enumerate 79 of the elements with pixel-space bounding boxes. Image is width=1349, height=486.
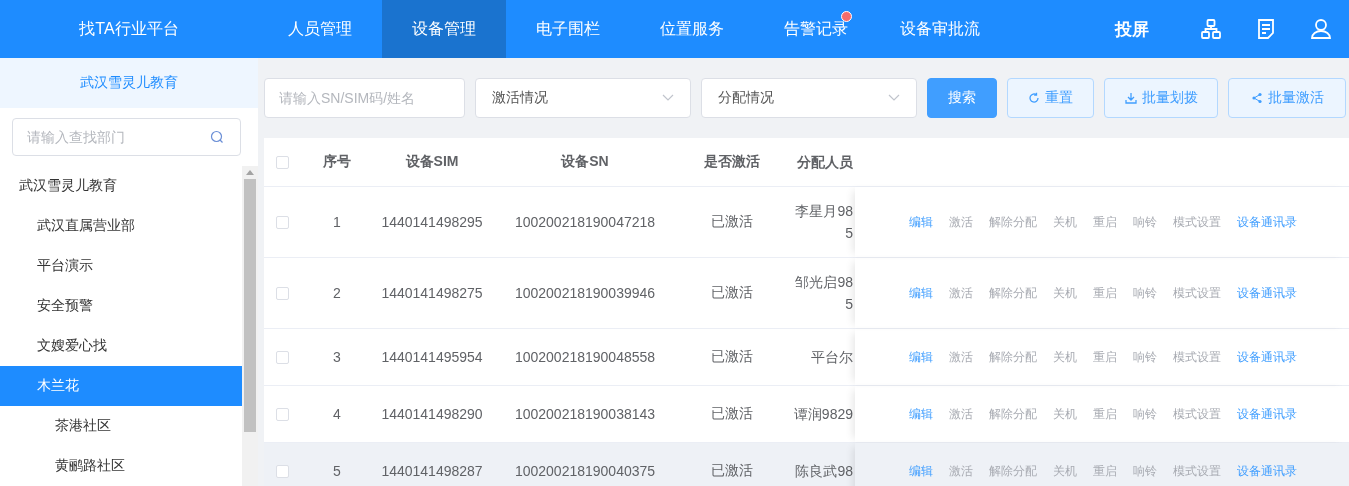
action-link[interactable]: 设备通讯录	[1237, 284, 1297, 302]
table-cell-text: 4	[332, 406, 342, 422]
table-cell-text: 1440141498287	[380, 463, 484, 479]
action-link[interactable]: 设备通讯录	[1237, 348, 1297, 366]
chevron-down-icon	[888, 94, 900, 102]
download-icon	[1124, 92, 1137, 104]
table-cell-text: 已激活	[710, 348, 754, 366]
tree-item[interactable]: 安全预警	[0, 286, 242, 326]
nav-tab[interactable]: 位置服务	[630, 0, 754, 58]
cast-button[interactable]: 投屏	[1109, 0, 1155, 58]
table-cell-text: 1440141495954	[380, 349, 484, 365]
activate-button[interactable]: 批量激活	[1228, 78, 1346, 118]
scroll-up-icon[interactable]	[246, 170, 254, 175]
search-field[interactable]: 请输入SN/SIM码/姓名	[264, 78, 465, 118]
table-cell-text: 1440141498295	[380, 214, 484, 230]
tree-item[interactable]: 武汉直属营业部	[0, 206, 242, 246]
chevron-down-icon	[662, 94, 674, 102]
table-cell-text: 2	[332, 285, 342, 301]
column-header: 分配人员	[796, 153, 854, 172]
table-cell-text: 已激活	[710, 213, 754, 231]
action-link[interactable]: 编辑	[909, 462, 933, 480]
table-cell-text: 100200218190040375	[513, 463, 657, 479]
action-link[interactable]: 编辑	[909, 405, 933, 423]
dropdown-field[interactable]: 激活情况	[475, 78, 691, 118]
nav-tab[interactable]: 设备审批流	[878, 0, 1002, 58]
table-cell-text: 5	[332, 463, 342, 479]
table-cell-text: 李星月98 5	[794, 202, 854, 243]
table-cell-text: 100200218190048558	[513, 349, 657, 365]
transfer-button[interactable]: 批量划拨	[1104, 78, 1218, 118]
table-cell-text: 已激活	[710, 405, 754, 423]
reset-button[interactable]: 重置	[1007, 78, 1094, 118]
table-cell-text: 1440141498290	[380, 406, 484, 422]
column-header: 是否激活	[703, 153, 761, 171]
row-checkbox[interactable]	[276, 407, 289, 421]
action-link[interactable]: 编辑	[909, 213, 933, 231]
table-cell-text: 已激活	[710, 462, 754, 480]
action-link[interactable]: 设备通讯录	[1237, 462, 1297, 480]
row-checkbox[interactable]	[276, 464, 289, 478]
column-header: 设备SN	[559, 153, 610, 171]
table-cell-text: 100200218190038143	[513, 406, 657, 422]
tree-item[interactable]: 木兰花	[0, 366, 242, 406]
search-button[interactable]: 搜索	[927, 78, 997, 118]
select-all-checkbox[interactable]	[276, 155, 289, 169]
tree-item[interactable]: 武汉雪灵儿教育	[0, 166, 242, 206]
table-cell-text: 陈良武98	[794, 462, 854, 481]
table-cell-text: 1440141498275	[380, 285, 484, 301]
brand-title: 找TA行业平台	[78, 18, 180, 39]
nav-tab[interactable]: 人员管理	[258, 0, 382, 58]
table-cell-text: 邹光启98 5	[794, 273, 854, 314]
nav-tab[interactable]: 设备管理	[382, 0, 506, 58]
table-cell-text: 平台尔	[810, 348, 854, 367]
refresh-icon	[1028, 92, 1040, 104]
row-checkbox[interactable]	[276, 286, 289, 300]
search-icon	[210, 130, 224, 144]
table-cell-text: 100200218190039946	[513, 285, 657, 301]
tree-item[interactable]: 茶港社区	[0, 406, 242, 446]
action-link[interactable]: 设备通讯录	[1237, 405, 1297, 423]
nav-tab[interactable]: 电子围栏	[506, 0, 630, 58]
column-header: 设备SIM	[404, 153, 460, 171]
table-cell-text: 1	[332, 214, 342, 230]
tree-item[interactable]: 文嫂爱心找	[0, 326, 242, 366]
action-link[interactable]: 编辑	[909, 348, 933, 366]
dropdown-field[interactable]: 分配情况	[701, 78, 917, 118]
table-cell-text: 已激活	[710, 284, 754, 302]
nav-tab[interactable]: 告警记录	[754, 0, 878, 58]
table-cell-text: 3	[332, 349, 342, 365]
column-header: 序号	[322, 153, 352, 171]
action-link[interactable]: 设备通讯录	[1237, 213, 1297, 231]
tree-item[interactable]: 平台演示	[0, 246, 242, 286]
row-checkbox[interactable]	[276, 215, 289, 229]
department-search-field[interactable]: 请输入查找部门	[12, 118, 241, 156]
action-link[interactable]: 编辑	[909, 284, 933, 302]
share-icon	[1250, 92, 1263, 104]
organization-title: 武汉雪灵儿教育	[0, 58, 258, 108]
tree-item[interactable]: 黄鹂路社区	[0, 446, 242, 486]
table-cell-text: 谭润9829	[792, 405, 854, 424]
row-checkbox[interactable]	[276, 350, 289, 364]
scrollbar-thumb[interactable]	[244, 179, 256, 432]
table-cell-text: 100200218190047218	[513, 214, 657, 230]
